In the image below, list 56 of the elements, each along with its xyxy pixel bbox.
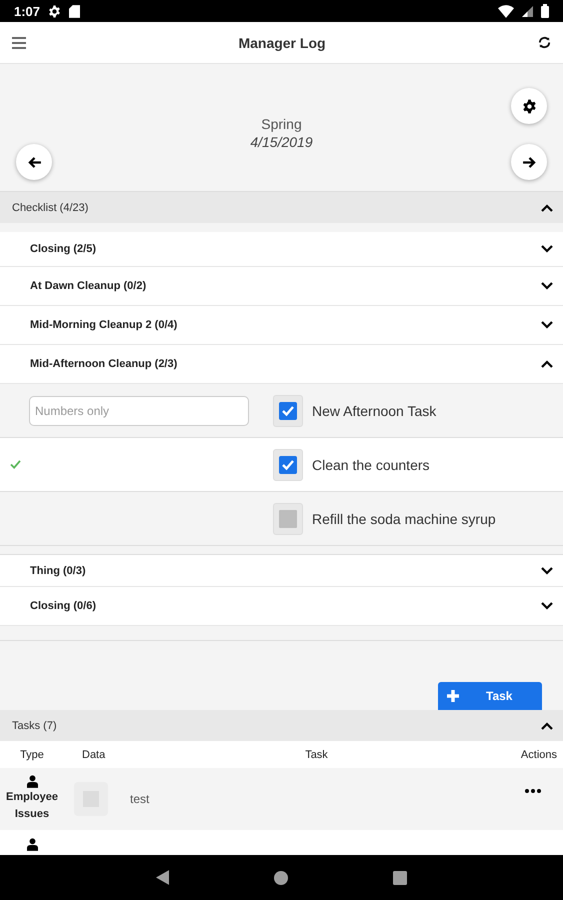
date-label: 4/15/2019 [250, 134, 313, 150]
section-header[interactable]: Thing (0/3) [0, 554, 563, 587]
column-header: Actions [520, 748, 558, 760]
checkbox[interactable] [279, 510, 297, 528]
chevron-icon [541, 360, 553, 368]
next-button[interactable] [511, 144, 547, 180]
settings-button[interactable] [511, 88, 547, 124]
season-label: Spring [261, 116, 302, 132]
clock-time: 1:07 [14, 4, 40, 18]
recents-icon[interactable] [393, 870, 407, 884]
gear-icon [522, 98, 536, 114]
person-icon [26, 775, 38, 788]
gear-icon [48, 4, 62, 18]
table-cell-text: test [130, 792, 150, 806]
chevron-icon [541, 282, 553, 290]
column-header: Task [304, 748, 329, 760]
sd-card-icon [69, 4, 80, 18]
column-header: Type [19, 748, 45, 760]
chevron-icon [541, 722, 553, 730]
data-thumbnail [74, 782, 108, 816]
more-icon[interactable] [525, 789, 541, 793]
chevron-icon [541, 321, 553, 329]
task-label: New Afternoon Task [312, 402, 436, 418]
back-icon[interactable] [156, 870, 169, 885]
add-task-button[interactable]: Task [438, 682, 542, 710]
checkbox[interactable] [279, 456, 297, 474]
chevron-icon [541, 204, 553, 212]
home-icon[interactable] [274, 870, 288, 884]
section-header[interactable]: Mid-Afternoon Cleanup (2/3) [0, 345, 563, 384]
checkbox[interactable] [279, 402, 297, 420]
column-header: Data [81, 748, 106, 760]
section-header[interactable]: Closing (2/5) [0, 232, 563, 267]
plus-icon [446, 689, 460, 703]
signal-icon [522, 6, 533, 16]
app-title: Manager Log [237, 34, 327, 50]
menu-icon[interactable] [12, 36, 26, 48]
number-field[interactable]: Numbers only [29, 396, 249, 426]
checklist-header[interactable]: Checklist (4/23) [0, 192, 563, 223]
chevron-icon [541, 245, 553, 253]
wifi-icon [498, 4, 514, 18]
previous-button[interactable] [16, 144, 52, 180]
type-label: Employee Issues [5, 790, 59, 822]
section-header[interactable]: Closing (0/6) [0, 587, 563, 626]
section-header[interactable]: At Dawn Cleanup (0/2) [0, 267, 563, 306]
person-icon [26, 838, 38, 851]
battery-icon [541, 4, 549, 18]
arrow-right-icon [522, 156, 536, 168]
task-label: Refill the soda machine syrup [312, 510, 496, 526]
chevron-icon [541, 566, 553, 574]
arrow-left-icon [28, 156, 40, 168]
check-icon [10, 460, 21, 469]
chevron-icon [541, 602, 553, 610]
task-label: Clean the counters [312, 456, 430, 472]
section-header[interactable]: Mid-Morning Cleanup 2 (0/4) [0, 306, 563, 345]
refresh-icon[interactable] [538, 36, 551, 49]
tasks-header[interactable]: Tasks (7) [0, 710, 563, 741]
